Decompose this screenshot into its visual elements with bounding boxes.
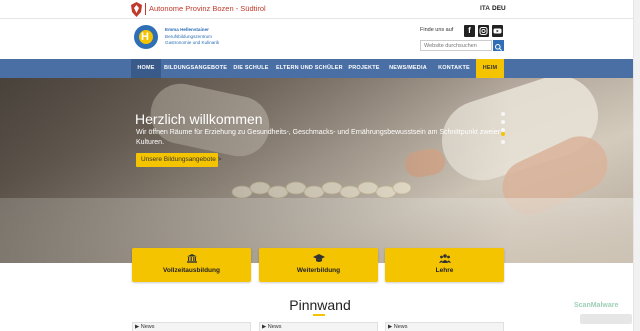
card-label: Vollzeitausbildung bbox=[163, 267, 220, 274]
school-name: Emma Hellenstainer bbox=[165, 27, 209, 32]
school-subtitle-1: Berufsbildungszentrum bbox=[165, 34, 212, 39]
hero-overlay bbox=[0, 78, 640, 263]
nav-eltern-und-schueler[interactable]: ELTERN UND SCHÜLER bbox=[276, 59, 343, 78]
hero-text-line-1: Wir öffnen Räume für Erziehung zu Gesund… bbox=[136, 129, 501, 136]
logo-letter: H bbox=[141, 31, 149, 43]
graduation-cap-icon bbox=[259, 254, 378, 265]
title-underline bbox=[313, 314, 325, 316]
hero-title: Herzlich willkommen bbox=[135, 111, 263, 127]
news-label-3: ▶ News bbox=[388, 324, 408, 330]
nav-projekte[interactable]: PROJEKTE bbox=[346, 59, 382, 78]
card-label: Lehre bbox=[435, 267, 454, 274]
language-deu[interactable]: DEU bbox=[492, 5, 506, 12]
find-us-label: Finde uns auf bbox=[420, 27, 454, 33]
tag-icon: ▶ bbox=[135, 324, 140, 330]
scrollbar[interactable] bbox=[634, 0, 640, 331]
card-weiterbildung[interactable]: Weiterbildung bbox=[259, 248, 378, 282]
language-ita[interactable]: ITA bbox=[480, 5, 490, 12]
nav-bildungsangebote[interactable]: BILDUNGSANGEBOTE bbox=[164, 59, 227, 78]
nav-heim[interactable]: HEIM bbox=[476, 59, 504, 78]
pinnwand-title: Pinnwand bbox=[289, 297, 351, 313]
scanmalware-watermark: ScanMalware bbox=[574, 302, 619, 309]
youtube-icon[interactable] bbox=[492, 25, 503, 37]
eagle-coat-of-arms-icon bbox=[131, 2, 142, 17]
top-strip: Autonome Provinz Bozen - Südtirol ITA DE… bbox=[0, 0, 640, 19]
bildungsangebote-button[interactable]: Unsere Bildungsangebote > bbox=[136, 153, 221, 167]
nav-news-media[interactable]: NEWS/MEDIA bbox=[386, 59, 430, 78]
facebook-icon[interactable]: f bbox=[464, 25, 475, 37]
tag-icon: ▶ bbox=[388, 324, 393, 330]
search-icon bbox=[495, 44, 502, 51]
tag-icon: ▶ bbox=[262, 324, 267, 330]
school-subtitle-2: Gastronomie und Kulinarik bbox=[165, 40, 220, 45]
users-icon bbox=[385, 254, 504, 265]
news-label-1: ▶ News bbox=[135, 324, 155, 330]
province-divider bbox=[145, 3, 146, 15]
nav-die-schule[interactable]: DIE SCHULE bbox=[230, 59, 272, 78]
search-input[interactable] bbox=[420, 40, 492, 51]
site-header: H Emma Hellenstainer Berufsbildungszentr… bbox=[0, 19, 640, 59]
nav-kontakte[interactable]: KONTAKTE bbox=[434, 59, 474, 78]
nav-home[interactable]: HOME bbox=[131, 59, 161, 78]
slide-dot-5[interactable] bbox=[501, 140, 505, 144]
hero-text-line-2: Kulturen. bbox=[136, 139, 165, 146]
institution-icon bbox=[132, 254, 251, 265]
province-link[interactable]: Autonome Provinz Bozen - Südtirol bbox=[149, 4, 266, 13]
card-vollzeitausbildung[interactable]: Vollzeitausbildung bbox=[132, 248, 251, 282]
search-button[interactable] bbox=[493, 40, 504, 51]
slide-dot-1[interactable] bbox=[501, 112, 505, 116]
hero-slider bbox=[0, 78, 640, 263]
main-navigation: HOME BILDUNGSANGEBOTE DIE SCHULE ELTERN … bbox=[0, 59, 640, 78]
slide-dot-2[interactable] bbox=[501, 120, 505, 124]
slide-dot-4[interactable] bbox=[501, 132, 505, 136]
news-label-2: ▶ News bbox=[262, 324, 282, 330]
floating-widget[interactable] bbox=[580, 314, 632, 324]
card-label: Weiterbildung bbox=[296, 267, 341, 274]
instagram-icon[interactable] bbox=[478, 25, 489, 37]
card-lehre[interactable]: Lehre bbox=[385, 248, 504, 282]
